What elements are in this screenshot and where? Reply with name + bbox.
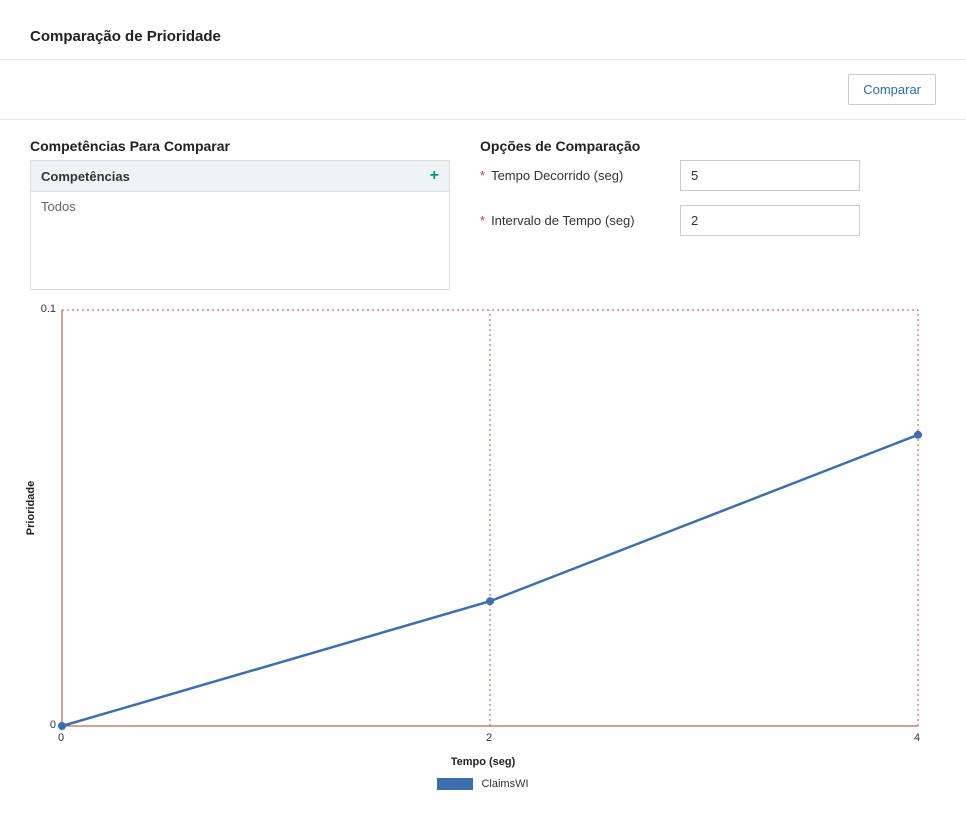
x-tick-label: 2 [486, 732, 492, 744]
action-bar: Comparar [0, 60, 966, 120]
chart-x-axis-label: Tempo (seg) [14, 756, 952, 768]
priority-chart: Prioridade Tempo (seg) 0 2 4 0 0.1 ClaimsWI [14, 302, 952, 808]
compare-skills-panel: Competências Para Comparar Competências … [30, 138, 450, 290]
time-interval-row: * Intervalo de Tempo (seg) [480, 205, 936, 236]
skills-grid-header-label: Competências [41, 169, 130, 184]
y-tick-label: 0 [50, 719, 56, 731]
chart-svg [14, 302, 952, 742]
elapsed-time-input[interactable] [680, 160, 860, 191]
add-skill-icon[interactable]: + [430, 168, 439, 184]
chart-legend: ClaimsWI [14, 778, 952, 790]
content-area: Competências Para Comparar Competências … [0, 120, 966, 290]
options-title: Opções de Comparação [480, 138, 936, 154]
legend-label: ClaimsWI [481, 778, 528, 790]
page-header: Comparação de Prioridade [0, 0, 966, 60]
page-title: Comparação de Prioridade [30, 28, 936, 45]
required-marker: * [480, 168, 485, 184]
skills-grid-header: Competências + [31, 161, 449, 192]
list-item-label: Todos [41, 199, 76, 214]
y-tick-label: 0.1 [41, 303, 56, 315]
skills-title: Competências Para Comparar [30, 138, 450, 154]
required-marker: * [480, 213, 485, 229]
compare-button[interactable]: Comparar [848, 74, 936, 105]
legend-swatch [437, 778, 473, 790]
time-interval-label: Intervalo de Tempo (seg) [491, 213, 635, 228]
time-interval-input[interactable] [680, 205, 860, 236]
options-panel: Opções de Comparação * Tempo Decorrido (… [480, 138, 936, 290]
list-item[interactable]: Todos [31, 192, 449, 221]
elapsed-time-row: * Tempo Decorrido (seg) [480, 160, 936, 191]
x-tick-label: 0 [58, 732, 64, 744]
chart-y-axis-label: Prioridade [25, 481, 37, 535]
x-tick-label: 4 [914, 732, 920, 744]
elapsed-time-label: Tempo Decorrido (seg) [491, 168, 623, 183]
skills-grid: Competências + Todos [30, 160, 450, 290]
